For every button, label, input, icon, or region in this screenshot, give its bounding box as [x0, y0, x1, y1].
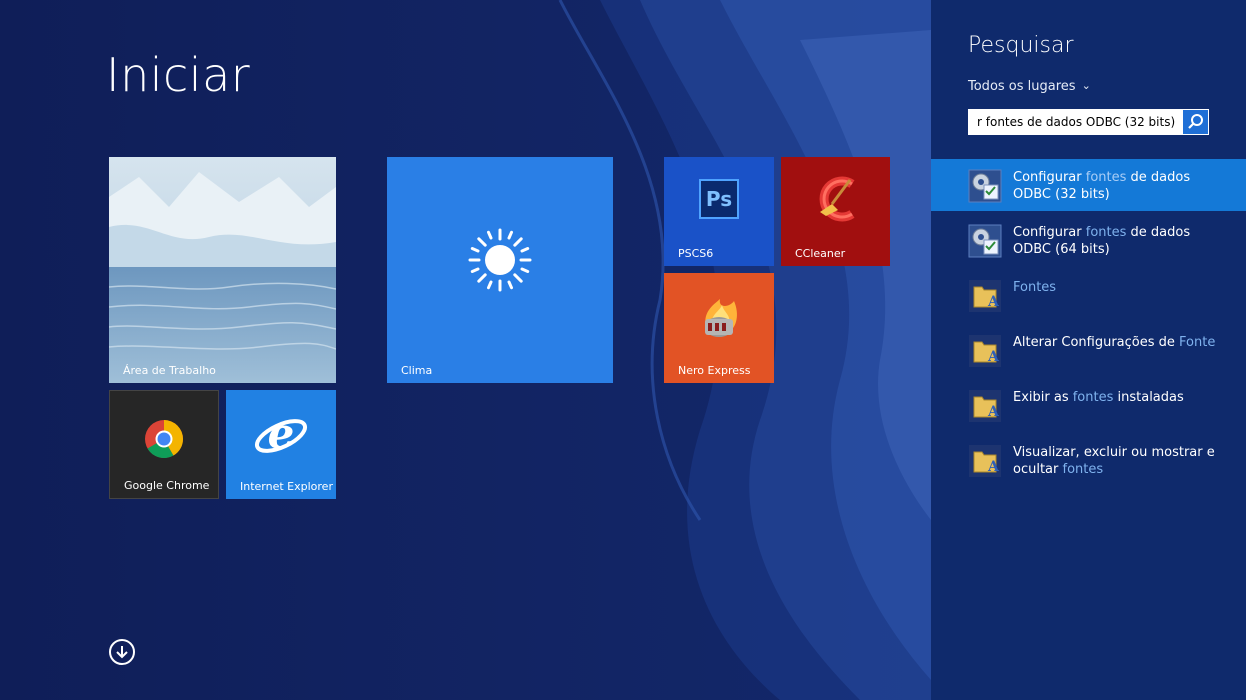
- odbc-admin-icon: [968, 169, 1002, 203]
- search-pane-title: Pesquisar: [968, 33, 1074, 58]
- search-result-label: Configurar fontes de dados ODBC (32 bits…: [1013, 169, 1228, 203]
- start-screen: Iniciar Área de Trabalho Google Chrome e…: [0, 0, 931, 700]
- tile-photoshop[interactable]: Ps PSCS6: [664, 157, 774, 266]
- result-highlight-text: Fonte: [1179, 335, 1216, 350]
- tile-label: CCleaner: [795, 247, 846, 260]
- search-result-item[interactable]: A Fontes: [931, 269, 1246, 321]
- search-box: r fontes de dados ODBC (32 bits): [968, 109, 1182, 135]
- tile-internet-explorer[interactable]: e Internet Explorer: [226, 390, 336, 499]
- fonts-folder-icon: A: [968, 279, 1002, 313]
- tile-label: Clima: [401, 364, 433, 377]
- search-result-label: Configurar fontes de dados ODBC (64 bits…: [1013, 224, 1228, 258]
- search-icon: [1188, 114, 1203, 129]
- result-highlight-text: fontes: [1072, 390, 1114, 405]
- nero-icon: [705, 299, 737, 337]
- result-highlight-text: Fontes: [1013, 280, 1057, 295]
- sun-icon: [468, 228, 532, 292]
- search-result-label: Fontes: [1013, 279, 1228, 296]
- tile-desktop[interactable]: Área de Trabalho: [109, 157, 336, 383]
- tile-label: PSCS6: [678, 247, 714, 260]
- arrow-down-icon: [116, 646, 128, 659]
- tile-label: Google Chrome: [124, 479, 210, 492]
- search-result-item[interactable]: Configurar fontes de dados ODBC (64 bits…: [931, 214, 1246, 266]
- search-result-item[interactable]: A Visualizar, excluir ou mostrar e oculta…: [931, 434, 1246, 486]
- fonts-folder-icon: A: [968, 389, 1002, 423]
- search-result-item[interactable]: Configurar fontes de dados ODBC (32 bits…: [931, 159, 1246, 211]
- result-text: Configurar: [1013, 170, 1086, 185]
- result-text: instaladas: [1113, 390, 1184, 405]
- chrome-icon: [145, 420, 184, 459]
- search-result-label: Alterar Configurações de Fonte: [1013, 334, 1228, 351]
- tile-label: Internet Explorer: [240, 480, 333, 493]
- desktop-wallpaper-thumbnail: [109, 157, 336, 383]
- tile-google-chrome[interactable]: Google Chrome: [109, 390, 219, 499]
- photoshop-icon: Ps: [699, 179, 739, 219]
- search-scope-label: Todos os lugares: [968, 79, 1076, 94]
- result-highlight-text: fontes: [1085, 225, 1127, 240]
- ccleaner-icon: [819, 176, 854, 222]
- odbc-admin-icon: [968, 224, 1002, 258]
- svg-text:A: A: [987, 294, 1000, 310]
- search-scope-dropdown[interactable]: Todos os lugares ⌄: [968, 79, 1091, 94]
- internet-explorer-icon: e: [254, 410, 308, 458]
- svg-text:e: e: [268, 410, 295, 458]
- photoshop-icon-text: Ps: [705, 187, 733, 211]
- tile-label: Área de Trabalho: [123, 364, 216, 377]
- tile-label: Nero Express: [678, 364, 751, 377]
- result-text: Visualizar, excluir ou mostrar e ocultar: [1013, 445, 1215, 477]
- search-input[interactable]: r fontes de dados ODBC (32 bits): [969, 110, 1181, 134]
- fonts-folder-icon: A: [968, 444, 1002, 478]
- result-highlight-text: fontes: [1085, 170, 1127, 185]
- search-pane: Pesquisar Todos os lugares ⌄ r fontes de …: [931, 0, 1246, 700]
- result-text: Exibir as: [1013, 390, 1073, 405]
- chevron-down-icon: ⌄: [1081, 79, 1091, 92]
- svg-text:A: A: [987, 459, 1000, 475]
- tile-nero-express[interactable]: Nero Express: [664, 273, 774, 383]
- tile-ccleaner[interactable]: CCleaner: [781, 157, 890, 266]
- result-highlight-text: fontes: [1062, 462, 1104, 477]
- start-title: Iniciar: [106, 48, 251, 102]
- search-result-label: Exibir as fontes instaladas: [1013, 389, 1228, 406]
- search-result-label: Visualizar, excluir ou mostrar e ocultar…: [1013, 444, 1228, 478]
- svg-text:A: A: [987, 349, 1000, 365]
- search-button[interactable]: [1182, 109, 1209, 135]
- search-result-item[interactable]: A Alterar Configurações de Fonte: [931, 324, 1246, 376]
- svg-text:A: A: [987, 404, 1000, 420]
- fonts-folder-icon: A: [968, 334, 1002, 368]
- search-result-item[interactable]: A Exibir as fontes instaladas: [931, 379, 1246, 431]
- result-text: Alterar Configurações de: [1013, 335, 1180, 350]
- tile-clima[interactable]: Clima: [387, 157, 613, 383]
- all-apps-button[interactable]: [109, 639, 135, 665]
- result-text: Configurar: [1013, 225, 1086, 240]
